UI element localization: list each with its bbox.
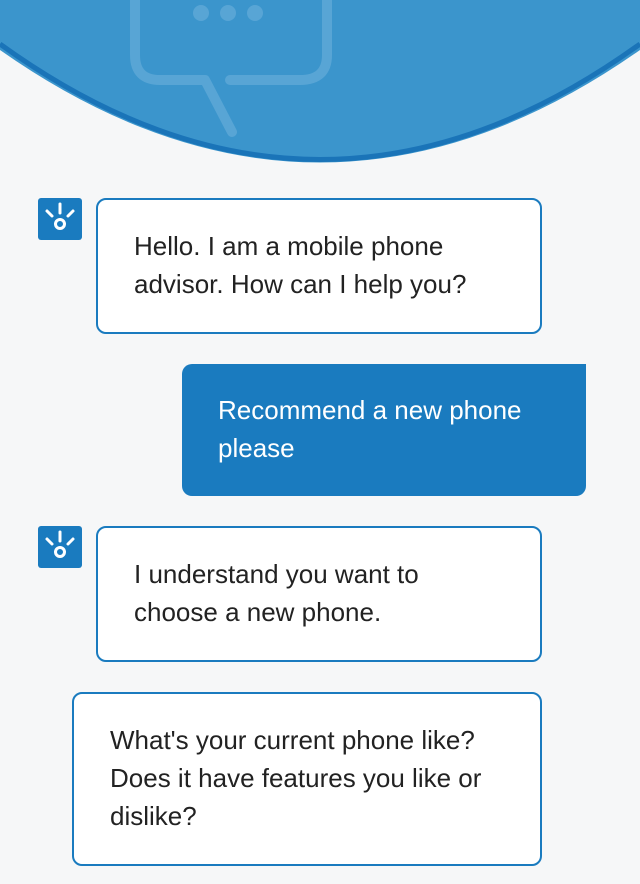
header-banner — [0, 0, 640, 170]
bot-message: Hello. I am a mobile phone advisor. How … — [96, 198, 542, 334]
message-text: I understand you want to choose a new ph… — [134, 559, 419, 627]
bot-lightbulb-icon — [45, 530, 75, 558]
bot-lightbulb-icon — [45, 202, 75, 230]
bot-avatar — [38, 526, 82, 568]
message-text: Hello. I am a mobile phone advisor. How … — [134, 231, 467, 299]
bot-message: I understand you want to choose a new ph… — [96, 526, 542, 662]
message-text: Recommend a new phone please — [218, 395, 522, 463]
user-message: Recommend a new phone please — [182, 364, 586, 496]
bot-message: What's your current phone like? Does it … — [72, 692, 542, 866]
bot-avatar — [38, 198, 82, 240]
message-text: What's your current phone like? Does it … — [110, 725, 482, 831]
